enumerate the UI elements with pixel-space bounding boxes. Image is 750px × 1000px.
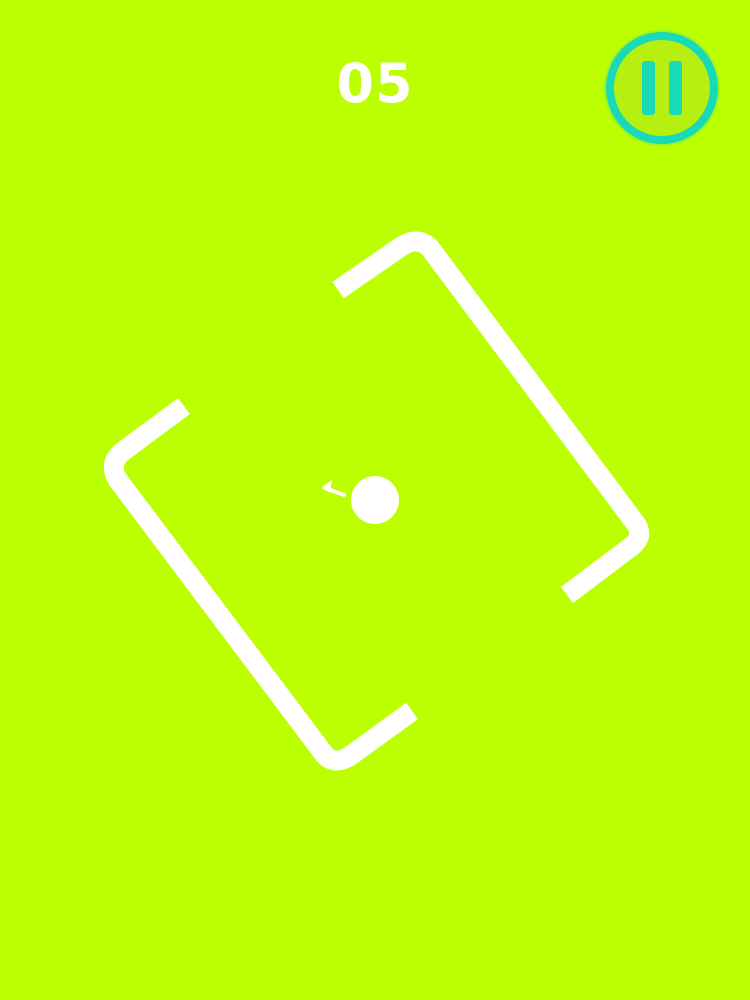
ball: [351, 476, 399, 524]
pause-button[interactable]: [600, 26, 724, 150]
pause-icon: [604, 30, 720, 146]
